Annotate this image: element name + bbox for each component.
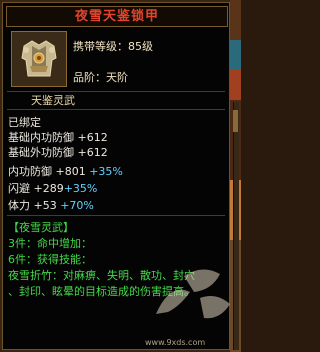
set-bonus-3: 3件：命中增加： [8,237,92,250]
attr-row: 闪避 +289+35% [8,180,97,196]
set-name: 天鉴灵武 [31,94,75,107]
attr-value: +53 [33,199,57,212]
item-title: 夜雪天鉴锁甲 [6,6,228,27]
attr-row: 体力 +53 +70% [8,197,94,213]
attr-label: 闪避 [8,182,30,195]
attr-value: +612 [77,131,108,144]
item-tooltip: 夜雪天鉴锁甲 携带等级：85级 品阶：天阶 天鉴灵武 已绑定 基础内功防御 +6… [2,2,230,350]
bound-status: 已绑定 [8,116,41,129]
set-header: 【夜雪灵武】 [8,221,74,234]
attr-value: +801 [55,165,86,178]
attr-row: 基础外功防御 +612 [8,144,108,160]
attr-label: 体力 [8,199,30,212]
attr-label: 基础内功防御 [8,131,74,144]
attr-row: 内功防御 +801 +35% [8,163,123,179]
item-rank: 品阶：天阶 [73,71,128,84]
scrollbar-thumb[interactable] [233,110,238,132]
set-skill-text: 夜雪折竹：对麻痹、失明、散功、封穴 [8,269,195,282]
attr-value: +289 [33,182,64,195]
attr-bonus: +35% [63,182,98,195]
carry-level: 携带等级：85级 [73,40,153,53]
attr-row: 基础内功防御 +612 [8,129,108,145]
set-bonus-6: 6件：获得技能： [8,253,92,266]
set-skill-text: 、封印、眩晕的目标造成的伤害提高。 [8,285,195,298]
divider [7,109,225,110]
attr-value: +612 [77,146,108,159]
attr-label: 基础外功防御 [8,146,74,159]
divider [7,215,225,216]
attr-label: 内功防御 [8,165,52,178]
attr-bonus: +70% [60,199,94,212]
armor-icon [11,31,67,87]
scrollbar-track[interactable] [233,102,239,350]
attr-bonus: +35% [89,165,123,178]
